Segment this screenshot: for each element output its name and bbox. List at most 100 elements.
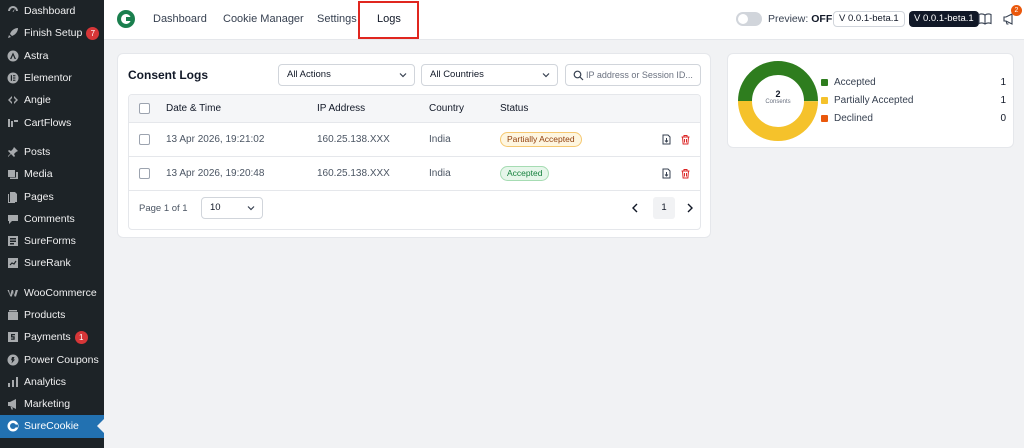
sidebar-item-analytics[interactable]: Analytics xyxy=(0,371,104,393)
media-icon xyxy=(6,168,19,181)
active-menu-arrow xyxy=(97,419,104,434)
sidebar-item-products[interactable]: Products xyxy=(0,304,104,326)
sidebar-item-surecookie[interactable]: SureCookie xyxy=(0,415,104,438)
sidebar-item-label: CartFlows xyxy=(24,116,72,129)
sidebar-item-label: Finish Setup xyxy=(24,27,83,40)
sidebar-item-label: Products xyxy=(24,309,66,321)
logs-tab-highlight xyxy=(358,1,419,39)
preview-label: Preview: xyxy=(768,13,809,25)
tab-dashboard[interactable]: Dashboard xyxy=(153,0,207,40)
prev-page-icon[interactable] xyxy=(630,201,640,215)
row-checkbox[interactable] xyxy=(139,168,150,179)
sidebar-item-astra[interactable]: Astra xyxy=(0,45,104,67)
preview-toggle[interactable] xyxy=(736,12,762,26)
products-icon xyxy=(6,309,19,322)
legend-accepted: Accepted 1 xyxy=(821,75,1006,89)
row-checkbox[interactable] xyxy=(139,134,150,145)
legend-label: Accepted xyxy=(834,76,876,88)
book-icon[interactable] xyxy=(978,12,992,26)
table-row: 13 Apr 2026, 19:20:48 160.25.138.XXX Ind… xyxy=(129,157,700,191)
comment-icon xyxy=(6,212,19,225)
legend-label: Declined xyxy=(834,112,873,124)
sidebar-item-label: Astra xyxy=(24,49,49,62)
column-country[interactable]: Country xyxy=(429,95,464,122)
row-country: India xyxy=(429,134,451,145)
row-ip: 160.25.138.XXX xyxy=(317,134,390,145)
rocket-icon xyxy=(6,27,19,40)
sidebar-item-marketing[interactable]: Marketing xyxy=(0,393,104,415)
chevron-down-icon xyxy=(399,73,407,78)
legend-label: Partially Accepted xyxy=(834,94,914,106)
sidebar-item-label: Power Coupons xyxy=(24,353,99,366)
dashboard-icon xyxy=(6,5,19,18)
donut-center-label: 2 Consents xyxy=(737,89,819,105)
sidebar-item-label: WooCommerce xyxy=(24,286,97,299)
sidebar-item-label: Media xyxy=(24,168,53,181)
per-page-select[interactable]: 10 xyxy=(201,197,263,219)
select-value: 10 xyxy=(210,202,221,213)
export-file-icon[interactable] xyxy=(661,168,672,179)
version-badge-dark: V 0.0.1-beta.1 xyxy=(909,11,979,27)
search-icon xyxy=(573,70,584,81)
coupon-icon xyxy=(6,353,19,366)
surecookie-icon xyxy=(6,420,19,433)
page-number-button[interactable]: 1 xyxy=(653,197,675,219)
next-page-icon[interactable] xyxy=(685,201,695,215)
sidebar-item-surerank[interactable]: SureRank xyxy=(0,252,104,274)
surecookie-logo-icon[interactable] xyxy=(117,10,135,28)
sidebar-item-angie[interactable]: Angie xyxy=(0,89,104,111)
table-header: Date & Time IP Address Country Status xyxy=(129,95,700,123)
plugin-topbar: Dashboard Cookie Manager Settings Logs P… xyxy=(104,0,1024,40)
consent-logs-card: Consent Logs All Actions All Countries D… xyxy=(117,53,711,238)
row-datetime: 13 Apr 2026, 19:20:48 xyxy=(166,168,265,179)
sidebar-item-payments[interactable]: Payments 1 xyxy=(0,326,104,348)
tab-cookie-manager[interactable]: Cookie Manager xyxy=(223,0,304,40)
export-file-icon[interactable] xyxy=(661,134,672,145)
legend-partially-accepted: Partially Accepted 1 xyxy=(821,93,1006,107)
sidebar-item-label: Elementor xyxy=(24,72,72,85)
row-country: India xyxy=(429,168,451,179)
delete-trash-icon[interactable] xyxy=(680,134,691,145)
preview-toggle-group[interactable]: Preview: OFF xyxy=(736,12,832,26)
chevron-down-icon xyxy=(542,73,550,78)
sidebar-item-label: Pages xyxy=(24,190,54,203)
row-ip: 160.25.138.XXX xyxy=(317,168,390,179)
sidebar-item-pages[interactable]: Pages xyxy=(0,185,104,207)
select-value: All Countries xyxy=(430,69,484,80)
sidebar-item-media[interactable]: Media xyxy=(0,163,104,185)
sidebar-item-elementor[interactable]: Elementor xyxy=(0,67,104,89)
select-all-checkbox[interactable] xyxy=(139,103,150,114)
wp-admin-sidebar: Dashboard Finish Setup 7 Astra Elementor… xyxy=(0,0,104,448)
column-status[interactable]: Status xyxy=(500,95,528,122)
sidebar-item-finish-setup[interactable]: Finish Setup 7 xyxy=(0,22,104,44)
sidebar-item-woocommerce[interactable]: WooCommerce xyxy=(0,282,104,304)
sidebar-item-label: SureCookie xyxy=(24,420,79,433)
sidebar-item-cartflows[interactable]: CartFlows xyxy=(0,111,104,133)
countries-filter-select[interactable]: All Countries xyxy=(421,64,558,86)
sidebar-item-dashboard[interactable]: Dashboard xyxy=(0,0,104,22)
sidebar-item-label: Comments xyxy=(24,212,75,225)
column-ip[interactable]: IP Address xyxy=(317,95,365,122)
legend-count: 1 xyxy=(1000,94,1006,106)
setup-count-badge: 7 xyxy=(86,26,100,40)
page-info: Page 1 of 1 xyxy=(139,203,188,214)
surerank-icon xyxy=(6,257,19,270)
sidebar-item-posts[interactable]: Posts xyxy=(0,141,104,163)
sidebar-item-label: SureForms xyxy=(24,235,76,248)
astra-icon xyxy=(6,49,19,62)
sidebar-item-comments[interactable]: Comments xyxy=(0,208,104,230)
search-box[interactable] xyxy=(565,64,701,86)
sidebar-item-sureforms[interactable]: SureForms xyxy=(0,230,104,252)
actions-filter-select[interactable]: All Actions xyxy=(278,64,415,86)
legend-count: 1 xyxy=(1000,76,1006,88)
sidebar-item-label: SureRank xyxy=(24,257,71,270)
legend-swatch xyxy=(821,114,828,122)
tab-settings[interactable]: Settings xyxy=(317,0,357,40)
sidebar-item-power-coupons[interactable]: Power Coupons xyxy=(0,348,104,370)
sureforms-icon xyxy=(6,235,19,248)
column-datetime[interactable]: Date & Time xyxy=(166,95,221,122)
delete-trash-icon[interactable] xyxy=(680,168,691,179)
sidebar-item-label: Dashboard xyxy=(24,5,76,18)
table-footer: Page 1 of 1 10 1 xyxy=(129,191,700,229)
search-input[interactable] xyxy=(586,67,698,83)
